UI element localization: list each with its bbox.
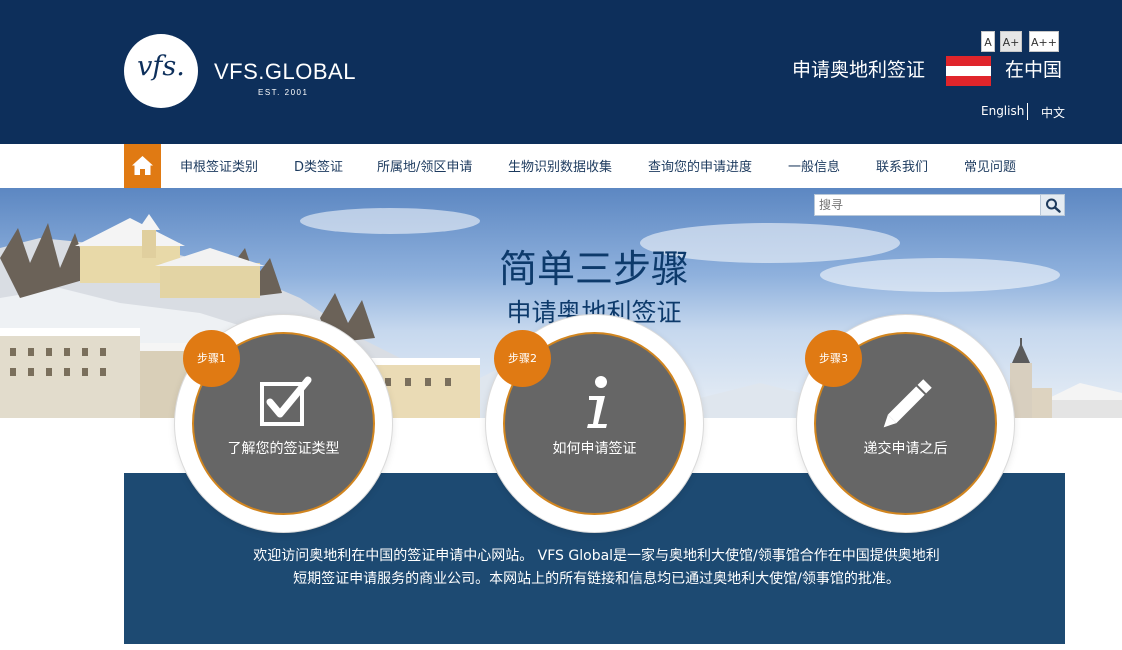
- language-chinese-link[interactable]: 中文: [1041, 104, 1065, 121]
- brand-established: EST. 2001: [258, 88, 309, 97]
- apply-title: 申请奥地利签证: [792, 59, 926, 81]
- step-2-label: 如何申请签证: [552, 441, 637, 457]
- nav-home-button[interactable]: [124, 144, 161, 188]
- nav-item-faq[interactable]: 常见问题: [964, 144, 1016, 188]
- language-divider: [1027, 103, 1028, 120]
- vfs-logo[interactable]: vfs.: [124, 34, 198, 108]
- logo-mark: vfs.: [137, 51, 185, 82]
- brand-name: VFS.GLOBAL: [214, 59, 356, 84]
- main-nav: 申根签证类别 D类签证 所属地/领区申请 生物识别数据收集 查询您的申请进度 一…: [0, 144, 1122, 188]
- welcome-text-line-1: 欢迎访问奥地利在中国的签证申请中心网站。 VFS Global是一家与奥地利大使…: [253, 548, 940, 564]
- step-1-card: 了解您的签证类型 步骤1: [175, 315, 392, 532]
- font-size-xlarge-button[interactable]: A++: [1029, 31, 1059, 52]
- nav-item-jurisdiction[interactable]: 所属地/领区申请: [377, 144, 472, 188]
- step-2-badge: 步骤2: [494, 330, 551, 387]
- nav-item-schengen-visa[interactable]: 申根签证类别: [180, 144, 258, 188]
- search-button[interactable]: [1040, 194, 1065, 216]
- font-size-normal-button[interactable]: A: [981, 31, 995, 52]
- step-3-badge: 步骤3: [805, 330, 862, 387]
- search-input[interactable]: [814, 194, 1041, 216]
- nav-item-track-application[interactable]: 查询您的申请进度: [648, 144, 752, 188]
- welcome-text-line-2: 短期签证申请服务的商业公司。本网站上的所有链接和信息均已通过奥地利大使馆/领事馆…: [293, 571, 900, 587]
- step-1-label: 了解您的签证类型: [227, 441, 340, 457]
- welcome-text: 欢迎访问奥地利在中国的签证申请中心网站。 VFS Global是一家与奥地利大使…: [184, 545, 1009, 591]
- country-label: 在中国: [1005, 59, 1063, 81]
- site-header: vfs. VFS.GLOBAL EST. 2001 A A+ A++ 申请奥地利…: [0, 0, 1122, 144]
- font-size-large-button[interactable]: A+: [1000, 31, 1022, 52]
- step-1-badge: 步骤1: [183, 330, 240, 387]
- step-3-label: 递交申请之后: [863, 441, 948, 457]
- nav-item-general-info[interactable]: 一般信息: [788, 144, 840, 188]
- language-english-link[interactable]: English: [981, 104, 1024, 118]
- step-2-card: 如何申请签证 步骤2: [486, 315, 703, 532]
- search-icon: [1046, 198, 1061, 213]
- hero-title: 简单三步骤: [498, 247, 689, 291]
- nav-item-contact-us[interactable]: 联系我们: [876, 144, 928, 188]
- nav-item-d-visa[interactable]: D类签证: [294, 144, 343, 188]
- nav-item-biometrics[interactable]: 生物识别数据收集: [508, 144, 612, 188]
- austria-flag-icon: [946, 56, 991, 86]
- home-icon: [132, 156, 153, 175]
- step-3-card: 递交申请之后 步骤3: [797, 315, 1014, 532]
